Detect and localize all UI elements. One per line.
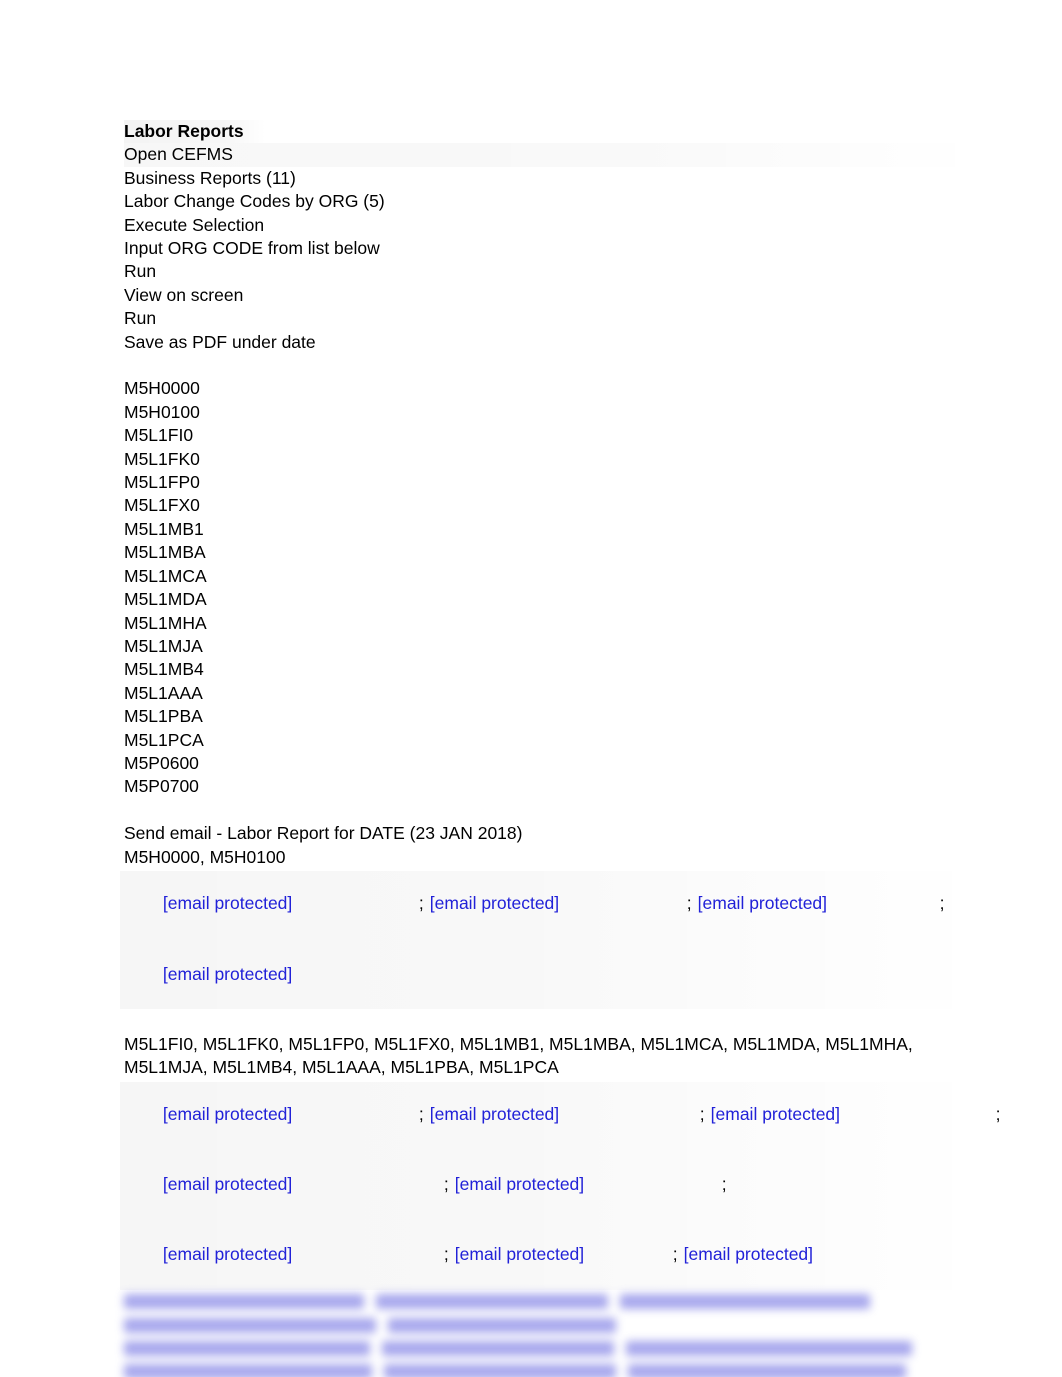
redacted-block-one: [124, 1290, 984, 1377]
org-code-item: M5L1MBA: [124, 542, 206, 563]
org-code-item: M5H0000: [124, 378, 200, 399]
org-code-item: M5L1MB1: [124, 518, 204, 539]
org-code-item: M5L1FP0: [124, 472, 200, 493]
email-link[interactable]: [email protected]: [163, 1174, 292, 1194]
group-two-codes: M5L1MJA, M5L1MB4, M5L1AAA, M5L1PBA, M5L1…: [124, 1057, 559, 1078]
email-row: [email protected]; [email protected]; [ema…: [124, 869, 984, 939]
redacted-line: [124, 1314, 984, 1337]
org-code-item: M5L1PBA: [124, 706, 203, 727]
org-code-item: M5P0600: [124, 752, 199, 773]
org-code-item: M5L1FX0: [124, 495, 200, 516]
email-separator: ;: [721, 1174, 727, 1195]
org-code-item: M5L1PCA: [124, 729, 204, 750]
document-page: Labor Reports Open CEFMS Business Report…: [0, 0, 1062, 1377]
email-row: [email protected]; [email protected]; [ema…: [124, 1080, 1001, 1150]
email-separator: ;: [939, 893, 945, 914]
send-email-heading: Send email - Labor Report for DATE (23 J…: [124, 823, 523, 844]
org-code-item: M5L1MHA: [124, 612, 207, 633]
redacted-line: [124, 1337, 984, 1360]
email-link[interactable]: [email protected]: [163, 964, 292, 984]
procedure-step: Execute Selection: [124, 214, 265, 235]
group-one-recipients: [email protected]; [email protected]; [ema…: [120, 869, 984, 1010]
document-body: Labor Reports Open CEFMS Business Report…: [120, 120, 1001, 1377]
org-code-item: M5L1FI0: [124, 425, 194, 446]
redacted-line: [124, 1290, 984, 1313]
org-code-item: M5L1MDA: [124, 589, 207, 610]
procedure-step: Input ORG CODE from list below: [124, 238, 380, 259]
org-code-item: M5H0100: [124, 401, 200, 422]
procedure-step: Save as PDF under date: [124, 331, 316, 352]
email-link[interactable]: [email protected]: [163, 1104, 292, 1124]
email-link[interactable]: [email protected]: [430, 893, 559, 913]
email-separator: ;: [995, 1104, 1001, 1125]
org-code-item: M5P0700: [124, 776, 199, 797]
procedure-step: Open CEFMS: [124, 143, 984, 167]
email-link[interactable]: [email protected]: [430, 1104, 559, 1124]
org-code-item: M5L1FK0: [124, 448, 200, 469]
email-link[interactable]: [email protected]: [163, 893, 292, 913]
email-row: [email protected]: [124, 939, 984, 1009]
page-title: Labor Reports: [124, 120, 984, 144]
page-title-text: Labor Reports: [124, 120, 266, 144]
procedure-step: Run: [124, 308, 157, 329]
redacted-line: [124, 1360, 984, 1377]
email-link[interactable]: [email protected]: [711, 1104, 840, 1124]
email-row: [email protected]; [email protected];: [124, 1150, 984, 1220]
org-code-item: M5L1MJA: [124, 635, 203, 656]
procedure-step: Run: [124, 261, 157, 282]
email-link[interactable]: [email protected]: [455, 1174, 584, 1194]
email-link[interactable]: [email protected]: [163, 1244, 292, 1264]
procedure-step: Business Reports (11): [124, 167, 296, 188]
email-link[interactable]: [email protected]: [455, 1244, 584, 1264]
group-two-recipients: [email protected]; [email protected]; [ema…: [120, 1080, 1001, 1291]
group-one-codes: M5H0000, M5H0100: [124, 846, 286, 867]
email-link[interactable]: [email protected]: [698, 893, 827, 913]
email-link[interactable]: [email protected]: [684, 1244, 813, 1264]
procedure-step: View on screen: [124, 284, 244, 305]
org-code-item: M5L1MCA: [124, 565, 207, 586]
org-code-item: M5L1AAA: [124, 682, 203, 703]
procedure-step: Labor Change Codes by ORG (5): [124, 191, 385, 212]
group-two-codes: M5L1FI0, M5L1FK0, M5L1FP0, M5L1FX0, M5L1…: [124, 1033, 913, 1054]
email-row: [email protected]; [email protected]; [ema…: [124, 1220, 984, 1290]
org-code-item: M5L1MB4: [124, 659, 204, 680]
